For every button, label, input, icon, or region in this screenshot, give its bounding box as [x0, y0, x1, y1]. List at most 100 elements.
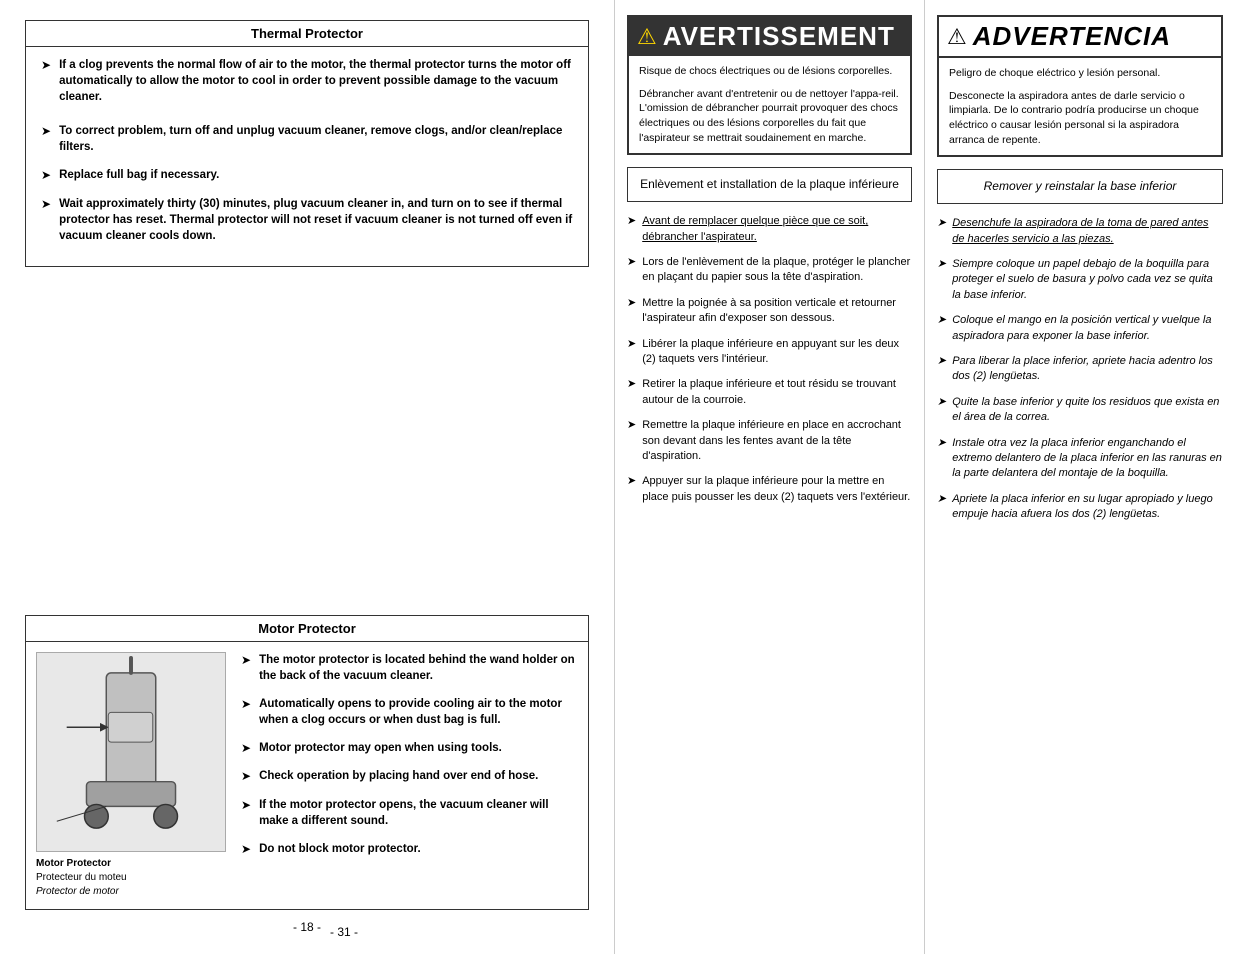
advertencia-box: ⚠ ADVERTENCIA Peligro de choque eléctric… [937, 15, 1223, 157]
es-arrow-1: ➤ [937, 216, 946, 231]
arrow-icon-3: ➤ [41, 168, 51, 182]
warning-icon-es: ⚠ [947, 24, 967, 50]
right-page-number: - 31 - [330, 915, 358, 939]
es-bullet-6: ➤ Instale otra vez la placa inferior eng… [937, 436, 1223, 482]
es-bullet-1: ➤ Desenchufe la aspiradora de la toma de… [937, 216, 1223, 247]
thermal-bullet-4: ➤ Wait approximately thirty (30) minutes… [41, 196, 573, 244]
motor-protector-title: Motor Protector [26, 616, 588, 642]
fr-bullet-text-6: Remettre la plaque inférieure en place e… [642, 418, 912, 464]
arrow-icon-4: ➤ [41, 197, 51, 211]
es-bullets: ➤ Desenchufe la aspiradora de la toma de… [937, 216, 1223, 522]
thermal-bullet-text-2: To correct problem, turn off and unplug … [59, 123, 573, 155]
thermal-bullet-text-3: Replace full bag if necessary. [59, 167, 219, 183]
es-bullet-text-3: Coloque el mango en la posición vertical… [952, 313, 1223, 344]
thermal-protector-title: Thermal Protector [26, 21, 588, 47]
es-bullet-text-2: Siempre coloque un papel debajo de la bo… [952, 257, 1223, 303]
es-bullet-text-1: Desenchufe la aspiradora de la toma de p… [952, 216, 1223, 247]
es-bullet-text-4: Para liberar la place inferior, apriete … [952, 354, 1223, 385]
right-left-page: ⚠ AVERTISSEMENT Risque de chocs électriq… [615, 0, 925, 954]
fr-arrow-2: ➤ [627, 255, 636, 270]
avertissement-header: ⚠ AVERTISSEMENT [629, 17, 910, 56]
es-arrow-6: ➤ [937, 436, 946, 451]
motor-bullet-text-5: If the motor protector opens, the vacuum… [259, 797, 578, 829]
fr-arrow-7: ➤ [627, 474, 636, 489]
motor-bullet-text-2: Automatically opens to provide cooling a… [259, 696, 578, 728]
motor-bullet-2: ➤ Automatically opens to provide cooling… [241, 696, 578, 728]
fr-bullet-text-4: Libérer la plaque inférieure en appuyant… [642, 337, 912, 368]
arrow-icon-m3: ➤ [241, 741, 251, 755]
fr-bullet-text-5: Retirer la plaque inférieure et tout rés… [642, 377, 912, 408]
motor-bullet-3: ➤ Motor protector may open when using to… [241, 740, 578, 756]
left-page: Thermal Protector ➤ If a clog prevents t… [0, 0, 615, 954]
fr-section-title: Enlèvement et installation de la plaque … [627, 167, 912, 202]
arrow-icon-2: ➤ [41, 124, 51, 138]
motor-bullet-6: ➤ Do not block motor protector. [241, 841, 578, 857]
advertencia-line2: Desconecte la aspiradora antes de darle … [949, 89, 1211, 148]
thermal-bullet-3: ➤ Replace full bag if necessary. [41, 167, 573, 183]
fr-bullet-text-2: Lors de l'enlèvement de la plaque, proté… [642, 255, 912, 286]
arrow-icon-1: ➤ [41, 58, 51, 72]
motor-bullet-4: ➤ Check operation by placing hand over e… [241, 768, 578, 784]
fr-bullet-2: ➤ Lors de l'enlèvement de la plaque, pro… [627, 255, 912, 286]
advertencia-title: ADVERTENCIA [973, 21, 1171, 52]
fr-bullet-text-1: Avant de remplacer quelque pièce que ce … [642, 214, 912, 245]
motor-bullet-text-4: Check operation by placing hand over end… [259, 768, 538, 784]
thermal-protector-section: Thermal Protector ➤ If a clog prevents t… [25, 20, 589, 267]
motor-protector-content: Motor Protector Protecteur du moteu Prot… [26, 642, 588, 909]
thermal-protector-content: ➤ If a clog prevents the normal flow of … [26, 47, 588, 266]
es-bullet-7: ➤ Apriete la placa inferior en su lugar … [937, 492, 1223, 523]
es-bullet-2: ➤ Siempre coloque un papel debajo de la … [937, 257, 1223, 303]
es-bullet-5: ➤ Quite la base inferior y quite los res… [937, 395, 1223, 426]
es-bullet-4: ➤ Para liberar la place inferior, apriet… [937, 354, 1223, 385]
es-section-title: Remover y reinstalar la base inferior [937, 169, 1223, 204]
es-arrow-7: ➤ [937, 492, 946, 507]
advertencia-line1: Peligro de choque eléctrico y lesión per… [949, 66, 1211, 81]
fr-bullets: ➤ Avant de remplacer quelque pièce que c… [627, 214, 912, 505]
es-arrow-3: ➤ [937, 313, 946, 328]
es-arrow-2: ➤ [937, 257, 946, 272]
fr-arrow-3: ➤ [627, 296, 636, 311]
es-bullet-text-5: Quite la base inferior y quite los resid… [952, 395, 1223, 426]
thermal-bullet-text-1: If a clog prevents the normal flow of ai… [59, 57, 573, 105]
fr-bullet-text-7: Appuyer sur la plaque inférieure pour la… [642, 474, 912, 505]
motor-bullet-text-3: Motor protector may open when using tool… [259, 740, 502, 756]
motor-bullet-1: ➤ The motor protector is located behind … [241, 652, 578, 684]
fr-arrow-5: ➤ [627, 377, 636, 392]
avertissement-body: Risque de chocs électriques ou de lésion… [629, 56, 910, 153]
thermal-bullet-2: ➤ To correct problem, turn off and unplu… [41, 123, 573, 155]
fr-bullet-4: ➤ Libérer la plaque inférieure en appuya… [627, 337, 912, 368]
arrow-icon-m5: ➤ [241, 798, 251, 812]
fr-bullet-5: ➤ Retirer la plaque inférieure et tout r… [627, 377, 912, 408]
fr-bullet-6: ➤ Remettre la plaque inférieure en place… [627, 418, 912, 464]
fr-bullet-1: ➤ Avant de remplacer quelque pièce que c… [627, 214, 912, 245]
fr-bullet-7: ➤ Appuyer sur la plaque inférieure pour … [627, 474, 912, 505]
fr-bullet-text-3: Mettre la poignée à sa position vertical… [642, 296, 912, 327]
advertencia-body: Peligro de choque eléctrico y lesión per… [939, 58, 1221, 155]
thermal-bullet-1: ➤ If a clog prevents the normal flow of … [41, 57, 573, 105]
motor-image-area: Motor Protector Protecteur du moteu Prot… [36, 652, 231, 899]
arrow-icon-m1: ➤ [241, 653, 251, 667]
thermal-bullet-text-4: Wait approximately thirty (30) minutes, … [59, 196, 573, 244]
avertissement-title: AVERTISSEMENT [663, 21, 895, 52]
es-arrow-5: ➤ [937, 395, 946, 410]
es-bullet-text-7: Apriete la placa inferior en su lugar ap… [952, 492, 1223, 523]
fr-arrow-1: ➤ [627, 214, 636, 229]
es-arrow-4: ➤ [937, 354, 946, 369]
motor-bullets: ➤ The motor protector is located behind … [241, 652, 578, 899]
es-bullet-text-6: Instale otra vez la placa inferior engan… [952, 436, 1223, 482]
advertencia-header: ⚠ ADVERTENCIA [939, 17, 1221, 58]
motor-protector-section: Motor Protector [25, 615, 589, 910]
right-right-page: ⚠ ADVERTENCIA Peligro de choque eléctric… [925, 0, 1235, 954]
motor-bullet-text-6: Do not block motor protector. [259, 841, 421, 857]
avertissement-line2: Débrancher avant d'entretenir ou de nett… [639, 87, 900, 146]
fr-bullet-3: ➤ Mettre la poignée à sa position vertic… [627, 296, 912, 327]
motor-diagram [36, 652, 226, 852]
arrow-icon-m6: ➤ [241, 842, 251, 856]
avertissement-line1: Risque de chocs électriques ou de lésion… [639, 64, 900, 79]
fr-arrow-6: ➤ [627, 418, 636, 433]
arrow-icon-m2: ➤ [241, 697, 251, 711]
motor-bullet-text-1: The motor protector is located behind th… [259, 652, 578, 684]
vacuum-illustration [37, 653, 225, 851]
fr-arrow-4: ➤ [627, 337, 636, 352]
avertissement-box: ⚠ AVERTISSEMENT Risque de chocs électriq… [627, 15, 912, 155]
